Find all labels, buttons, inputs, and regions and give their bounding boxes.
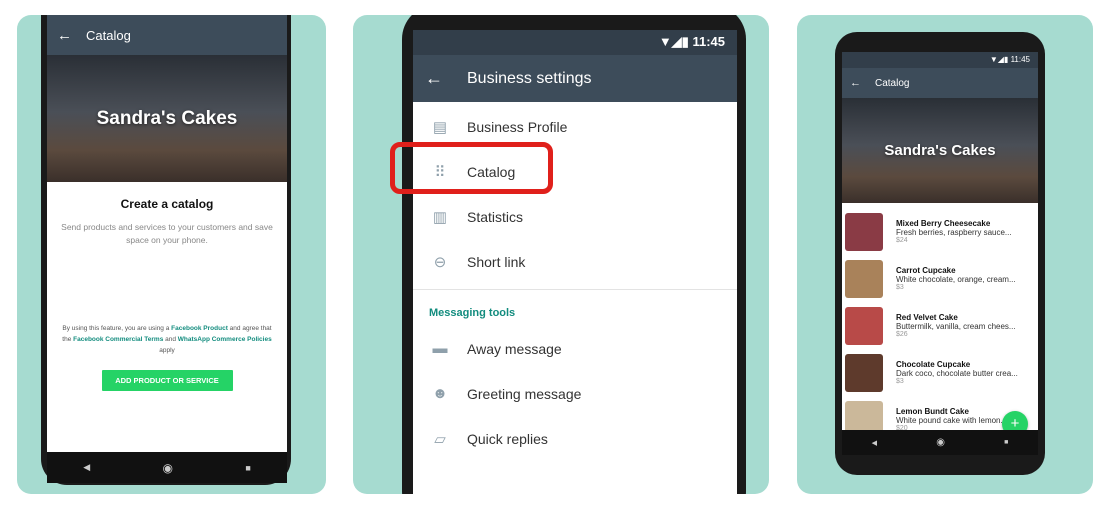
menu-away-message[interactable]: ▬ Away message (413, 326, 737, 371)
panel-business-settings: ▼◢▮ 11:45 ← Business settings ▤ Business … (353, 15, 769, 494)
screen: ▼◢▮ 11:45 ← Business settings ▤ Business … (413, 30, 737, 494)
product-item[interactable]: Chocolate Cupcake Dark coco, chocolate bu… (842, 349, 1038, 396)
product-price: $3 (896, 378, 904, 385)
add-product-button[interactable]: ADD PRODUCT OR SERVICE (101, 370, 233, 391)
commerce-policies-link[interactable]: WhatsApp Commerce Policies (178, 336, 272, 343)
page-title: Catalog (875, 77, 910, 89)
legal-part: and (163, 336, 178, 343)
legal-part: By using this feature, you are using a (62, 325, 172, 332)
product-thumbnail (845, 306, 883, 345)
menu-label: Statistics (467, 208, 524, 225)
menu-greeting-message[interactable]: ☻ Greeting message (413, 371, 737, 416)
nav-home-icon[interactable]: ◉ (162, 461, 172, 475)
product-price: $26 (896, 331, 908, 338)
chart-icon: ▥ (432, 208, 448, 226)
section-header: Messaging tools (429, 307, 516, 319)
product-desc: Fresh berries, raspberry sauce... (896, 228, 1012, 237)
status-bar: ▼◢▮ 11:45 (842, 52, 1038, 68)
app-bar: ← Business settings (413, 55, 737, 102)
product-name: Chocolate Cupcake (896, 360, 971, 369)
facebook-product-link[interactable]: Facebook Product (171, 325, 228, 332)
status-time: 11:45 (692, 34, 725, 49)
description: Send products and services to your custo… (61, 222, 273, 245)
product-desc: Dark coco, chocolate butter crea... (896, 369, 1018, 378)
product-price: $24 (896, 237, 908, 244)
nav-back-icon[interactable]: ◀ (83, 462, 90, 473)
menu-label: Short link (467, 253, 526, 270)
product-thumbnail (845, 212, 883, 251)
wifi-signal-battery-icon: ▼◢▮ (989, 55, 1011, 64)
menu-label: Business Profile (467, 118, 568, 135)
commercial-terms-link[interactable]: Facebook Commercial Terms (73, 336, 163, 343)
app-bar: ← Catalog (47, 15, 287, 55)
away-icon: ▬ (432, 340, 448, 357)
app-bar: ← Catalog (842, 68, 1038, 98)
product-thumbnail (845, 353, 883, 392)
menu-label: Away message (467, 340, 562, 357)
business-name: Sandra's Cakes (884, 142, 996, 159)
nav-home-icon[interactable]: ◉ (936, 437, 945, 448)
product-item[interactable]: Mixed Berry Cheesecake Fresh berries, ras… (842, 208, 1038, 255)
android-nav-bar: ◀ ◉ ■ (47, 452, 287, 483)
back-arrow-icon[interactable]: ← (57, 27, 72, 44)
cover-image: Sandra's Cakes (842, 98, 1038, 203)
product-name: Mixed Berry Cheesecake (896, 219, 991, 228)
menu-quick-replies[interactable]: ▱ Quick replies (413, 416, 737, 461)
product-item[interactable]: Red Velvet Cake Buttermilk, vanilla, crea… (842, 302, 1038, 349)
panel-create-catalog: ← Catalog Sandra's Cakes Create a catalo… (17, 15, 326, 494)
wifi-signal-battery-icon: ▼◢▮ (658, 34, 693, 49)
back-arrow-icon[interactable]: ← (425, 68, 443, 89)
store-icon: ▤ (432, 118, 448, 136)
android-nav-bar: ◀ ◉ ■ (842, 430, 1038, 455)
screen: ← Catalog Sandra's Cakes Create a catalo… (47, 15, 287, 483)
screen: ▼◢▮ 11:45 ← Catalog Sandra's Cakes Mixed… (842, 52, 1038, 455)
nav-recents-icon[interactable]: ■ (245, 463, 250, 473)
nav-recents-icon[interactable]: ■ (1004, 439, 1008, 446)
back-arrow-icon[interactable]: ← (850, 77, 861, 89)
legal-part: apply (159, 347, 175, 354)
cover-image: Sandra's Cakes (47, 55, 287, 182)
nav-back-icon[interactable]: ◀ (872, 439, 877, 447)
divider (413, 289, 737, 290)
product-desc: White chocolate, orange, cream... (896, 275, 1016, 284)
menu-label: Greeting message (467, 385, 582, 402)
product-item[interactable]: Carrot Cupcake White chocolate, orange, c… (842, 255, 1038, 302)
product-name: Red Velvet Cake (896, 313, 958, 322)
greeting-icon: ☻ (432, 385, 448, 402)
menu-short-link[interactable]: ⊖ Short link (413, 239, 737, 284)
heading: Create a catalog (120, 197, 214, 211)
quick-reply-icon: ▱ (434, 430, 446, 448)
product-price: $3 (896, 284, 904, 291)
page-title: Catalog (86, 27, 131, 43)
catalog-highlight-box (390, 142, 553, 194)
menu-statistics[interactable]: ▥ Statistics (413, 194, 737, 239)
link-icon: ⊖ (433, 253, 447, 271)
product-name: Carrot Cupcake (896, 266, 956, 275)
business-name: Sandra's Cakes (96, 107, 238, 129)
status-time: 11:45 (1010, 55, 1030, 64)
product-desc: Buttermilk, vanilla, cream chees... (896, 322, 1016, 331)
menu-label: Quick replies (467, 430, 548, 447)
product-thumbnail (845, 259, 883, 298)
status-bar: ▼◢▮ 11:45 (413, 30, 737, 55)
page-title: Business settings (467, 69, 592, 87)
panel-catalog-list: ▼◢▮ 11:45 ← Catalog Sandra's Cakes Mixed… (797, 15, 1093, 494)
legal-text: By using this feature, you are using a F… (59, 323, 275, 356)
product-list: Mixed Berry Cheesecake Fresh berries, ras… (842, 208, 1038, 443)
